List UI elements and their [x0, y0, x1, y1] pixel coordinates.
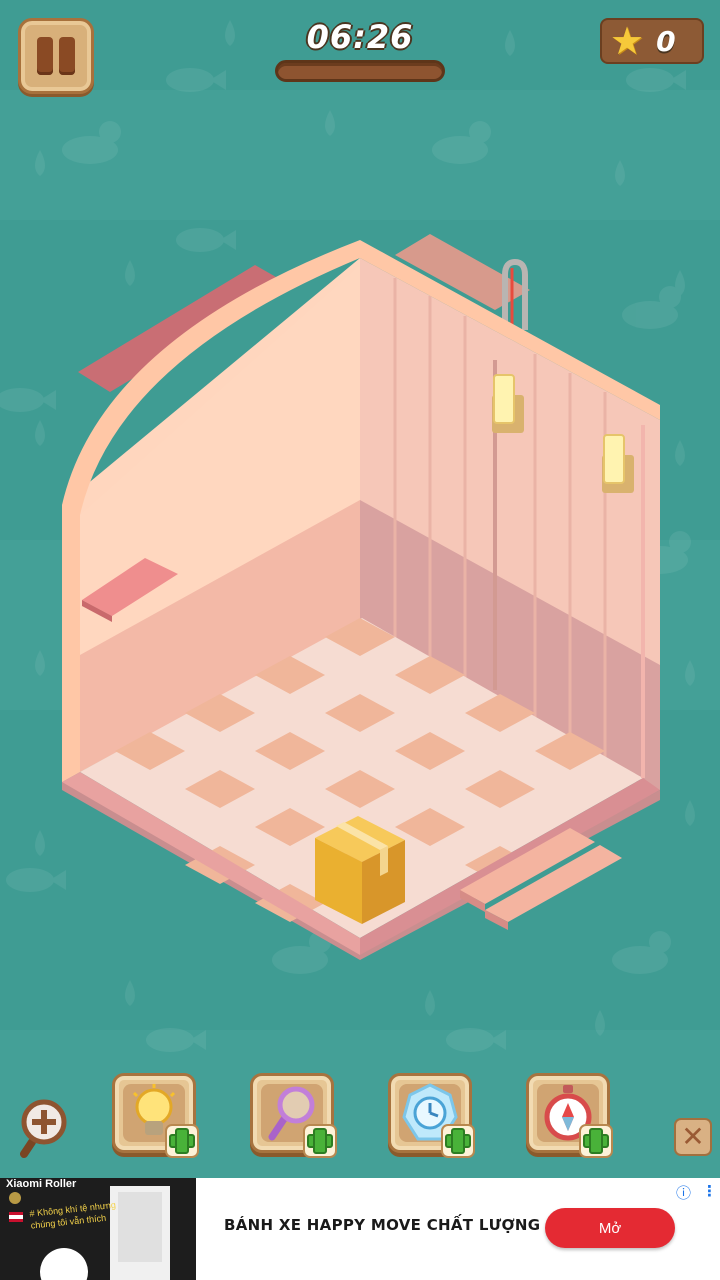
- magnifier-tool-button[interactable]: [250, 1073, 337, 1158]
- pause-icon: [37, 37, 53, 75]
- ad-image[interactable]: Xiaomi Roller # Không khí tệ nhưng chúng…: [0, 1178, 196, 1280]
- ad-banner[interactable]: Xiaomi Roller # Không khí tệ nhưng chúng…: [0, 1178, 720, 1280]
- timer-progress-bar: [275, 60, 445, 82]
- add-compass-button[interactable]: [579, 1124, 613, 1158]
- timer-text: 06:26: [306, 18, 414, 56]
- room-scene: [62, 234, 660, 960]
- close-icon[interactable]: ✕: [674, 1118, 712, 1156]
- freeze-time-tool-button[interactable]: [388, 1073, 475, 1158]
- ad-info-icon[interactable]: ⓘ: [676, 1182, 691, 1203]
- ad-more-icon[interactable]: ⋮: [702, 1182, 717, 1200]
- hint-tool-button[interactable]: [112, 1073, 199, 1158]
- zoom-button[interactable]: [18, 1098, 68, 1158]
- pause-icon-bar: [59, 37, 75, 75]
- ad-headline[interactable]: BÁNH XE HAPPY MOVE CHẤT LƯỢNG: [224, 1216, 540, 1234]
- ad-open-button[interactable]: Mở: [545, 1208, 675, 1248]
- add-hint-button[interactable]: [165, 1124, 199, 1158]
- star-counter: ★ 0: [600, 18, 704, 64]
- ad-thumb-title: Xiaomi Roller: [6, 1178, 77, 1190]
- add-freeze-time-button[interactable]: [441, 1124, 475, 1158]
- add-magnifier-button[interactable]: [303, 1124, 337, 1158]
- pause-button[interactable]: [18, 18, 94, 94]
- star-count: 0: [656, 24, 676, 58]
- star-icon: ★: [610, 19, 645, 63]
- compass-tool-button[interactable]: [526, 1073, 613, 1158]
